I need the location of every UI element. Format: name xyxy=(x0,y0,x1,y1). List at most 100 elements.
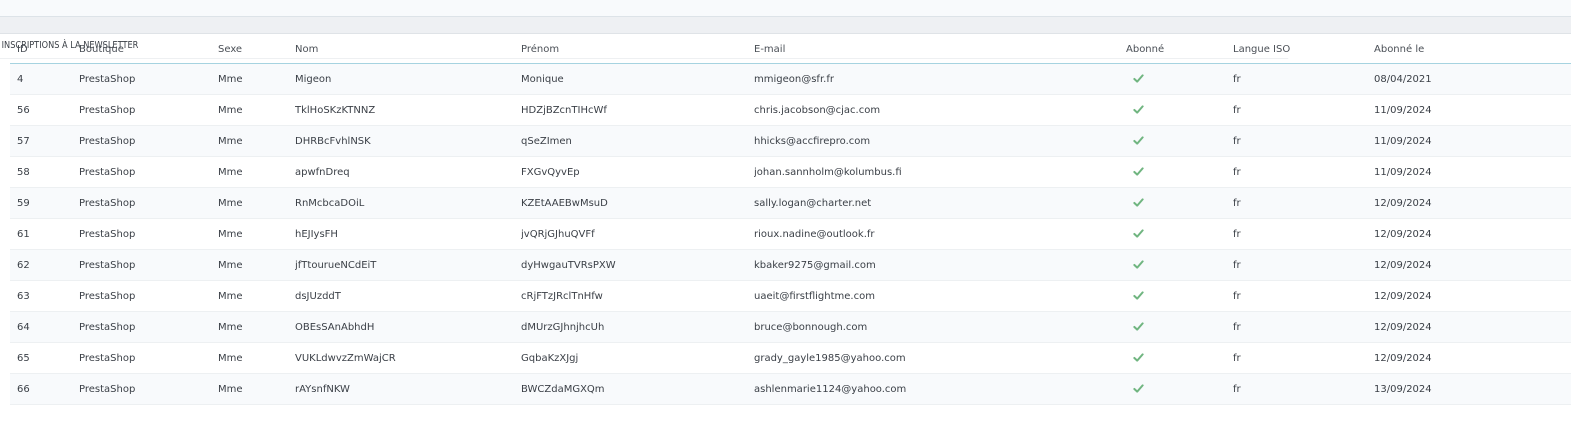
column-header-gender[interactable]: Sexe xyxy=(218,36,295,64)
cell-email: hhicks@accfirepro.com xyxy=(754,125,1126,157)
column-header-firstname[interactable]: Prénom xyxy=(521,36,754,64)
cell-iso-lang: fr xyxy=(1233,373,1374,405)
cell-iso-lang: fr xyxy=(1233,342,1374,374)
cell-email: mmigeon@sfr.fr xyxy=(754,63,1126,95)
cell-gender: Mme xyxy=(218,280,295,312)
cell-subscribed xyxy=(1126,94,1233,126)
check-icon[interactable] xyxy=(1133,321,1144,332)
cell-gender: Mme xyxy=(218,63,295,95)
cell-email: grady_gayle1985@yahoo.com xyxy=(754,342,1126,374)
cell-subscribed-on: 08/04/2021 xyxy=(1374,63,1571,95)
check-icon[interactable] xyxy=(1133,383,1144,394)
table-row[interactable]: 65 PrestaShop Mme VUKLdwvzZmWajCR GqbaKzXJgj… xyxy=(10,342,1571,374)
cell-lastname: DHRBcFvhlNSK xyxy=(295,125,521,157)
cell-gender: Mme xyxy=(218,218,295,250)
cell-subscribed-on: 11/09/2024 xyxy=(1374,94,1571,126)
check-icon[interactable] xyxy=(1133,290,1144,301)
check-icon[interactable] xyxy=(1133,352,1144,363)
column-header-iso-lang[interactable]: Langue ISO xyxy=(1233,36,1374,64)
table-row[interactable]: 59 PrestaShop Mme RnMcbcaDOiL KZEtAAEBwMsuD s… xyxy=(10,187,1571,219)
cell-shop: PrestaShop xyxy=(79,63,218,95)
cell-subscribed-on: 12/09/2024 xyxy=(1374,342,1571,374)
table-row[interactable]: 61 PrestaShop Mme hEJIysFH jvQRjGJhuQVFf riou… xyxy=(10,218,1571,250)
table-header: ID Boutique Sexe Nom Prénom E-mail Abonn… xyxy=(10,36,1571,64)
cell-lastname: dsJUzddT xyxy=(295,280,521,312)
cell-subscribed-on: 11/09/2024 xyxy=(1374,125,1571,157)
cell-firstname: HDZjBZcnTIHcWf xyxy=(521,94,754,126)
cell-shop: PrestaShop xyxy=(79,311,218,343)
table-body: 4 PrestaShop Mme Migeon Monique mmigeon@sfr.f… xyxy=(10,63,1571,405)
cell-gender: Mme xyxy=(218,373,295,405)
cell-subscribed xyxy=(1126,63,1233,95)
cell-firstname: dyHwgauTVRsPXW xyxy=(521,249,754,281)
cell-lastname: rAYsnfNKW xyxy=(295,373,521,405)
cell-firstname: dMUrzGJhnjhcUh xyxy=(521,311,754,343)
table-row[interactable]: 63 PrestaShop Mme dsJUzddT cRjFTzJRclTnHfw ua… xyxy=(10,280,1571,312)
cell-iso-lang: fr xyxy=(1233,218,1374,250)
cell-subscribed xyxy=(1126,342,1233,374)
cell-subscribed-on: 12/09/2024 xyxy=(1374,280,1571,312)
cell-shop: PrestaShop xyxy=(79,156,218,188)
cell-lastname: Migeon xyxy=(295,63,521,95)
cell-firstname: KZEtAAEBwMsuD xyxy=(521,187,754,219)
table-row[interactable]: 4 PrestaShop Mme Migeon Monique mmigeon@sfr.f… xyxy=(10,63,1571,95)
cell-firstname: BWCZdaMGXQm xyxy=(521,373,754,405)
top-bar xyxy=(0,0,1571,17)
cell-gender: Mme xyxy=(218,125,295,157)
cell-shop: PrestaShop xyxy=(79,373,218,405)
cell-iso-lang: fr xyxy=(1233,187,1374,219)
cell-subscribed-on: 12/09/2024 xyxy=(1374,218,1571,250)
cell-firstname: FXGvQyvEp xyxy=(521,156,754,188)
cell-gender: Mme xyxy=(218,249,295,281)
check-icon[interactable] xyxy=(1133,197,1144,208)
cell-iso-lang: fr xyxy=(1233,63,1374,95)
cell-subscribed xyxy=(1126,311,1233,343)
cell-gender: Mme xyxy=(218,156,295,188)
toolbar-band xyxy=(0,17,1571,34)
cell-iso-lang: fr xyxy=(1233,125,1374,157)
cell-gender: Mme xyxy=(218,342,295,374)
table-row[interactable]: 66 PrestaShop Mme rAYsnfNKW BWCZdaMGXQm ashle… xyxy=(10,373,1571,405)
check-icon[interactable] xyxy=(1133,259,1144,270)
cell-subscribed-on: 12/09/2024 xyxy=(1374,187,1571,219)
table-row[interactable]: 58 PrestaShop Mme apwfnDreq FXGvQyvEp johan.s… xyxy=(10,156,1571,188)
cell-email: rioux.nadine@outlook.fr xyxy=(754,218,1126,250)
cell-subscribed xyxy=(1126,280,1233,312)
column-header-lastname[interactable]: Nom xyxy=(295,36,521,64)
check-icon[interactable] xyxy=(1133,228,1144,239)
cell-id: 63 xyxy=(10,280,79,312)
check-icon[interactable] xyxy=(1133,104,1144,115)
cell-lastname: TklHoSKzKTNNZ xyxy=(295,94,521,126)
cell-subscribed-on: 13/09/2024 xyxy=(1374,373,1571,405)
column-header-shop[interactable]: Boutique xyxy=(79,36,218,64)
cell-lastname: RnMcbcaDOiL xyxy=(295,187,521,219)
table-row[interactable]: 64 PrestaShop Mme OBEsSAnAbhdH dMUrzGJhnjhcU… xyxy=(10,311,1571,343)
cell-id: 64 xyxy=(10,311,79,343)
cell-iso-lang: fr xyxy=(1233,280,1374,312)
cell-shop: PrestaShop xyxy=(79,187,218,219)
cell-firstname: qSeZImen xyxy=(521,125,754,157)
cell-subscribed xyxy=(1126,249,1233,281)
cell-firstname: jvQRjGJhuQVFf xyxy=(521,218,754,250)
table-row[interactable]: 62 PrestaShop Mme jfTtourueNCdEiT dyHwgauTVR… xyxy=(10,249,1571,281)
cell-email: sally.logan@charter.net xyxy=(754,187,1126,219)
cell-email: johan.sannholm@kolumbus.fi xyxy=(754,156,1126,188)
cell-id: 59 xyxy=(10,187,79,219)
column-header-subscribed[interactable]: Abonné xyxy=(1126,36,1233,64)
column-header-email[interactable]: E-mail xyxy=(754,36,1126,64)
check-icon[interactable] xyxy=(1133,73,1144,84)
column-header-id[interactable]: ID xyxy=(10,36,79,64)
cell-id: 4 xyxy=(10,63,79,95)
cell-subscribed xyxy=(1126,187,1233,219)
cell-lastname: VUKLdwvzZmWajCR xyxy=(295,342,521,374)
table-row[interactable]: 56 PrestaShop Mme TklHoSKzKTNNZ HDZjBZcnTIHc… xyxy=(10,94,1571,126)
cell-subscribed-on: 12/09/2024 xyxy=(1374,249,1571,281)
cell-shop: PrestaShop xyxy=(79,218,218,250)
check-icon[interactable] xyxy=(1133,166,1144,177)
cell-lastname: jfTtourueNCdEiT xyxy=(295,249,521,281)
table-row[interactable]: 57 PrestaShop Mme DHRBcFvhlNSK qSeZImen hhick… xyxy=(10,125,1571,157)
cell-lastname: hEJIysFH xyxy=(295,218,521,250)
cell-shop: PrestaShop xyxy=(79,342,218,374)
column-header-subscribed-on[interactable]: Abonné le xyxy=(1374,36,1571,64)
check-icon[interactable] xyxy=(1133,135,1144,146)
